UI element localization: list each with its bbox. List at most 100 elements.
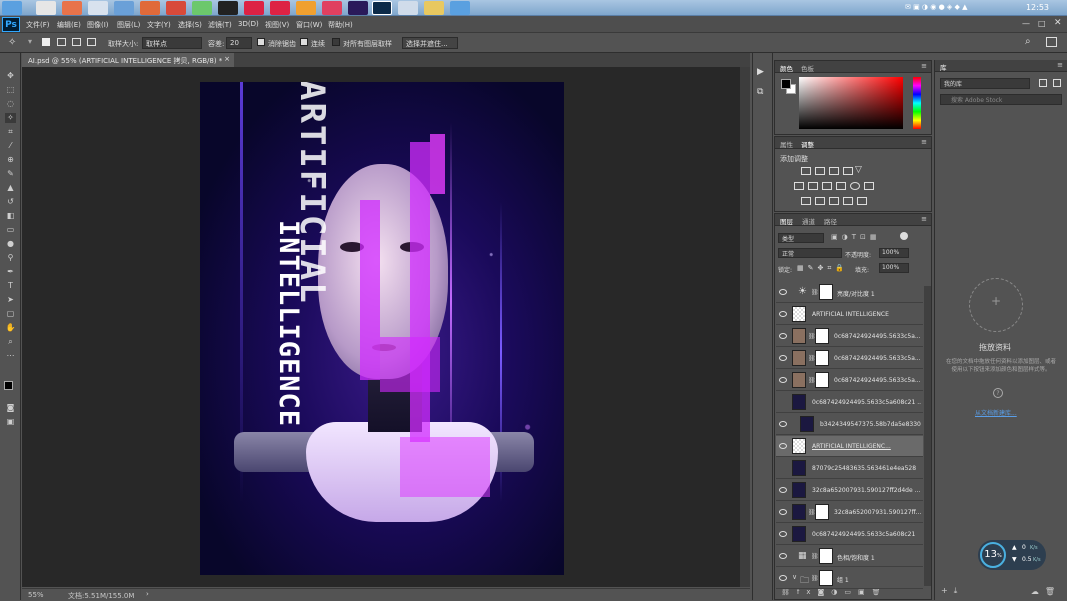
gradient-tool-icon[interactable]: ▭	[5, 225, 16, 235]
color-lookup-adjust-icon[interactable]	[864, 182, 874, 190]
visibility-eye-icon[interactable]	[779, 465, 787, 471]
exposure-adjust-icon[interactable]	[843, 167, 853, 175]
lasso-tool-icon[interactable]: ◌	[5, 99, 16, 109]
tab-channels[interactable]: 通道	[802, 216, 815, 226]
hue-sat-adjust-icon[interactable]	[794, 182, 804, 190]
blur-tool-icon[interactable]: ●	[5, 239, 16, 249]
taskbar-app-icon[interactable]	[322, 1, 342, 15]
dodge-tool-icon[interactable]: ⚲	[5, 253, 16, 263]
selective-color-adjust-icon[interactable]	[857, 197, 867, 205]
layer-row[interactable]: 0c687424924495.5633c5a608c21	[776, 524, 923, 545]
posterize-adjust-icon[interactable]	[815, 197, 825, 205]
bw-adjust-icon[interactable]	[822, 182, 832, 190]
panel-menu-icon[interactable]: ≡	[921, 62, 927, 70]
more-tools-icon[interactable]: ⋯	[5, 351, 16, 361]
history-panel-icon[interactable]: ▶	[757, 67, 764, 77]
tab-adjustments[interactable]: 调整	[801, 139, 814, 149]
move-tool-icon[interactable]: ✥	[5, 71, 16, 81]
layer-row[interactable]: 0c687424924495.5633c5a608c21 ...	[776, 392, 923, 413]
gradient-map-adjust-icon[interactable]	[843, 197, 853, 205]
visibility-eye-icon[interactable]	[779, 553, 787, 559]
menu-image[interactable]: 图像(I)	[87, 20, 109, 30]
document-tab[interactable]: AI.psd @ 55% (ARTIFICIAL INTELLIGENCE 拷贝…	[22, 53, 234, 67]
type-tool-icon[interactable]: T	[5, 281, 16, 291]
properties-panel-icon[interactable]: ⧉	[757, 87, 763, 97]
quick-mask-icon[interactable]: ◙	[5, 403, 16, 413]
tolerance-input[interactable]: 20	[226, 37, 252, 49]
layer-row[interactable]: ⛓ 32c8a652007931.590127ff...	[776, 502, 923, 523]
close-icon[interactable]: ✕	[1054, 18, 1062, 28]
taskbar-app-icon[interactable]	[270, 1, 290, 15]
tab-properties[interactable]: 属性	[780, 139, 793, 149]
stamp-tool-icon[interactable]: ▲	[5, 183, 16, 193]
channel-mixer-adjust-icon[interactable]	[850, 182, 860, 190]
panel-menu-icon[interactable]: ≡	[1057, 61, 1063, 69]
screen-mode-icon[interactable]: ▣	[5, 417, 16, 427]
sample-size-select[interactable]: 取样点	[142, 37, 202, 49]
visibility-eye-icon[interactable]	[779, 487, 787, 493]
visibility-eye-icon[interactable]	[779, 531, 787, 537]
all-layers-checkbox[interactable]	[332, 38, 340, 46]
brightness-adjust-icon[interactable]	[801, 167, 811, 175]
artwork-image[interactable]: ARTIFICIAL INTELLIGENCE	[200, 82, 564, 575]
panel-menu-icon[interactable]: ≡	[921, 215, 927, 223]
taskbar-app-icon[interactable]	[114, 1, 134, 15]
visibility-eye-icon[interactable]	[779, 421, 787, 427]
maximize-icon[interactable]: □	[1038, 19, 1046, 28]
levels-adjust-icon[interactable]	[815, 167, 825, 175]
taskbar-app-icon[interactable]	[348, 1, 368, 15]
layers-scrollbar[interactable]	[924, 286, 931, 586]
visibility-eye-icon[interactable]	[779, 311, 787, 317]
expand-chevron-icon[interactable]: ∨	[792, 573, 797, 581]
layer-row[interactable]: 32c8a652007931.590127ff2d4de ...	[776, 480, 923, 501]
taskbar-app-icon[interactable]	[398, 1, 418, 15]
invert-adjust-icon[interactable]	[801, 197, 811, 205]
path-select-icon[interactable]: ➤	[5, 295, 16, 305]
tab-swatches[interactable]: 色板	[801, 63, 814, 73]
layer-row[interactable]: ⛓ 0c687424924495.5633c5a...	[776, 326, 923, 347]
taskbar-app-icon[interactable]	[36, 1, 56, 15]
threshold-adjust-icon[interactable]	[829, 197, 839, 205]
layer-row[interactable]: ▦ ⛓ 色相/饱和度 1	[776, 546, 923, 567]
hand-tool-icon[interactable]: ✋	[5, 323, 16, 333]
workspace-icon[interactable]	[1046, 37, 1057, 47]
layer-row[interactable]: ☀ ⛓ 亮度/对比度 1	[776, 282, 923, 303]
shape-tool-icon[interactable]: ▢	[5, 309, 16, 319]
canvas-vertical-scrollbar[interactable]	[740, 67, 750, 587]
tab-layers[interactable]: 图层	[780, 216, 793, 226]
healing-tool-icon[interactable]: ⊕	[5, 155, 16, 165]
visibility-eye-icon[interactable]	[779, 575, 787, 581]
search-icon[interactable]: ⌕	[1025, 36, 1031, 47]
menu-type[interactable]: 文字(Y)	[147, 20, 171, 30]
vibrance-adjust-icon[interactable]: ▽	[855, 165, 862, 175]
new-selection-icon[interactable]	[42, 38, 50, 46]
layer-row[interactable]: ⛓ 0c687424924495.5633c5a...	[776, 370, 923, 391]
taskbar-app-icon[interactable]	[192, 1, 212, 15]
taskbar-app-icon[interactable]	[166, 1, 186, 15]
layer-row[interactable]: ⛓ 0c687424924495.5633c5a...	[776, 348, 923, 369]
library-bottom-toolbar[interactable]: +⤓	[941, 586, 963, 596]
crop-tool-icon[interactable]: ⌗	[5, 127, 16, 137]
marquee-tool-icon[interactable]: ⬚	[5, 85, 16, 95]
taskbar-app-icon[interactable]	[88, 1, 108, 15]
menu-3d[interactable]: 3D(D)	[238, 20, 259, 28]
visibility-eye-icon[interactable]	[779, 355, 787, 361]
menu-file[interactable]: 文件(F)	[26, 20, 50, 30]
foreground-color-swatch[interactable]	[4, 381, 13, 390]
menu-help[interactable]: 帮助(H)	[328, 20, 353, 30]
visibility-eye-icon[interactable]	[779, 289, 787, 295]
intersect-selection-icon[interactable]	[87, 38, 96, 46]
stock-search-input[interactable]: 搜索 Adobe Stock	[940, 94, 1062, 105]
taskbar-app-icon[interactable]	[450, 1, 470, 15]
color-balance-adjust-icon[interactable]	[808, 182, 818, 190]
brush-tool-icon[interactable]: ✎	[5, 169, 16, 179]
visibility-eye-icon[interactable]	[779, 443, 787, 449]
list-view-icon[interactable]	[1053, 79, 1061, 87]
taskbar-app-icon[interactable]	[296, 1, 316, 15]
menu-filter[interactable]: 滤镜(T)	[208, 20, 232, 30]
magic-wand-icon[interactable]: ✧	[8, 37, 16, 48]
fg-color-swatch[interactable]	[781, 79, 791, 89]
layer-row[interactable]: ARTIFICIAL INTELLIGENCE	[776, 304, 923, 325]
tab-color[interactable]: 颜色	[780, 63, 793, 73]
tab-close-icon[interactable]: ×	[224, 55, 230, 63]
